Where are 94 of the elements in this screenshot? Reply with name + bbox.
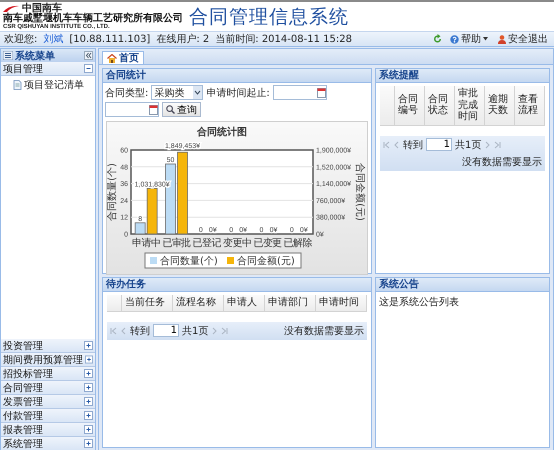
category-label: 已登记	[192, 238, 221, 249]
user-link[interactable]: 刘斌	[43, 32, 64, 46]
page-input[interactable]: 1	[153, 324, 179, 337]
expand-toggle-icon[interactable]	[85, 355, 93, 364]
logout-button[interactable]: 安全退出	[496, 32, 550, 46]
column-header: 查看流程	[514, 86, 544, 125]
menu-item[interactable]: 项目登记清单	[13, 78, 95, 92]
column-header: 申请部门	[264, 295, 316, 311]
axis-title: 合同数量(个)	[107, 163, 118, 221]
menu-section-label: 系统管理	[3, 438, 44, 450]
ip-address: [10.88.111.103]	[69, 34, 150, 44]
search-icon	[166, 105, 175, 114]
menu-section-header[interactable]: 系统管理	[1, 437, 95, 450]
page-input[interactable]: 1	[426, 138, 452, 151]
menu-section-label: 付款管理	[3, 410, 44, 422]
expand-toggle-icon[interactable]	[84, 425, 93, 434]
list-icon	[3, 51, 13, 60]
empty-message: 没有数据需要显示	[462, 156, 542, 168]
menu-section-label: 期间费用预算管理	[3, 354, 83, 366]
category-label: 申请中	[132, 238, 160, 249]
goto-label: 转到	[403, 138, 423, 152]
expand-toggle-icon[interactable]	[84, 411, 93, 420]
menu-section-header[interactable]: 付款管理	[1, 409, 95, 423]
column-header: 当前任务	[122, 295, 172, 311]
menu-section-label: 合同管理	[3, 382, 44, 394]
panel-title: 合同统计	[103, 69, 371, 83]
type-dropdown[interactable]: 采购类	[151, 85, 204, 100]
welcome-label: 欢迎您:	[4, 32, 38, 46]
column-header: 申请时间	[316, 295, 366, 311]
date-field[interactable]	[105, 102, 159, 117]
current-time: 当前时间: 2014-08-11 15:28	[215, 32, 352, 46]
menu-section-header[interactable]: 合同管理	[1, 381, 95, 395]
column-header: 审批完成时间	[454, 86, 484, 125]
online-users: 在线用户: 2	[156, 32, 210, 46]
legend-label: 合同数量(个)	[160, 256, 218, 267]
column-header: 流程名称	[172, 295, 224, 311]
menu-section-header[interactable]: 投资管理	[1, 339, 95, 353]
panel-title: 系统提醒	[376, 69, 549, 83]
menu-section-header[interactable]: 发票管理	[1, 395, 95, 409]
header-cell	[107, 295, 122, 311]
column-header: 申请人	[224, 295, 264, 311]
menu-section-label: 报表管理	[3, 424, 44, 436]
menu-section-header[interactable]: 招投标管理	[1, 367, 95, 381]
legend-label: 合同金额(元)	[237, 256, 295, 267]
menu-section-label: 项目管理	[3, 62, 44, 76]
refresh-icon[interactable]	[433, 34, 442, 44]
page-total: 共1页	[182, 324, 208, 338]
collapse-icon[interactable]	[84, 51, 93, 60]
category-label: 已变更	[253, 238, 282, 249]
expand-toggle-icon[interactable]	[84, 439, 93, 448]
house-icon	[107, 54, 117, 62]
swoosh-logo	[3, 4, 19, 12]
empty-message: 没有数据需要显示	[284, 324, 364, 338]
home-tab[interactable]: 首页	[102, 51, 144, 64]
page-total: 共1页	[455, 138, 482, 152]
menu-section-header[interactable]: 期间费用预算管理	[1, 353, 95, 367]
expand-toggle-icon[interactable]	[84, 397, 93, 406]
chart-title: 合同统计图	[197, 127, 247, 138]
category-label: 变更中	[223, 238, 252, 249]
person-icon	[498, 34, 506, 44]
column-header: 合同编号	[394, 86, 424, 125]
document-icon	[13, 80, 22, 90]
menu-section-label: 投资管理	[3, 340, 44, 352]
date-range-label: 申请时间起止:	[206, 86, 270, 100]
calendar-icon[interactable]	[149, 104, 158, 115]
panel-title: 待办任务	[103, 278, 371, 292]
calendar-icon[interactable]	[316, 87, 326, 98]
menu-section-header[interactable]: 项目管理	[1, 62, 95, 76]
axis-title: 合同金额(元)	[354, 163, 365, 221]
expand-toggle-icon[interactable]	[84, 341, 93, 350]
caret-icon	[483, 37, 488, 41]
header-cell	[380, 86, 394, 125]
type-label: 合同类型:	[105, 86, 148, 100]
panel-title: 系统公告	[376, 278, 549, 292]
help-icon	[450, 34, 459, 44]
menu-section-label: 招投标管理	[3, 368, 54, 380]
expand-toggle-icon[interactable]	[84, 383, 93, 392]
help-menu-button[interactable]: 帮助	[448, 32, 490, 46]
menu-section-header[interactable]: 报表管理	[1, 423, 95, 437]
system-title: 合同管理信息系统	[189, 4, 349, 30]
column-header: 合同状态	[424, 86, 454, 125]
menu-section-label: 发票管理	[3, 396, 44, 408]
collapse-toggle-icon[interactable]	[84, 64, 93, 73]
date-field[interactable]	[272, 85, 327, 100]
expand-toggle-icon[interactable]	[84, 369, 93, 378]
category-label: 已解除	[284, 238, 312, 249]
logo-text: 中国南车	[22, 4, 62, 14]
goto-label: 转到	[130, 324, 150, 338]
query-button[interactable]: 查询	[162, 102, 201, 117]
column-header: 逾期天数	[484, 86, 514, 125]
notice-text: 这是系统公告列表	[378, 296, 460, 310]
category-label: 已审批	[162, 238, 191, 249]
sidebar-title: 系统菜单	[15, 50, 56, 62]
company-name: 南车戚墅堰机车车辆工艺研究所有限公司	[3, 14, 183, 24]
